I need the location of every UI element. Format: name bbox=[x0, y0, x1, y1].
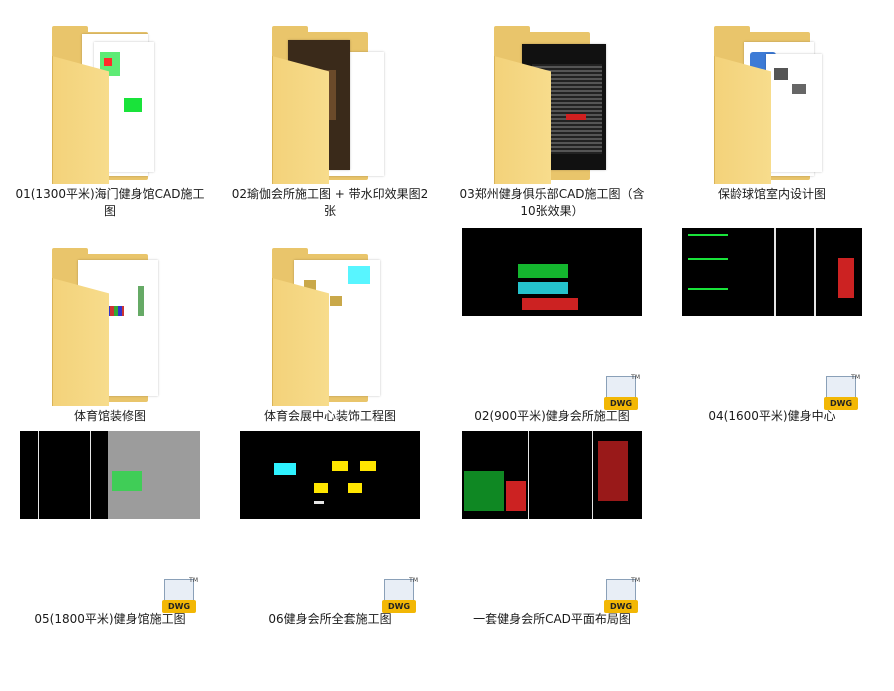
file-label: 04(1600平米)健身中心 bbox=[708, 409, 836, 423]
folder-icon bbox=[714, 26, 824, 184]
file-label: 一套健身会所CAD平面布局图 bbox=[473, 612, 631, 626]
file-item[interactable]: TM DWG 02(900平米)健身会所施工图 bbox=[452, 228, 652, 428]
file-item[interactable]: 保龄球馆室内设计图 bbox=[672, 22, 872, 222]
file-label: 06健身会所全套施工图 bbox=[268, 612, 392, 626]
file-item[interactable]: 01(1300平米)海门健身馆CAD施工图 bbox=[10, 22, 210, 222]
dwg-icon: TM DWG bbox=[604, 374, 640, 410]
dwg-icon: TM DWG bbox=[824, 374, 860, 410]
file-item[interactable]: TM DWG 05(1800平米)健身馆施工图 bbox=[10, 431, 210, 631]
folder-icon bbox=[272, 26, 384, 184]
file-item[interactable]: 体育馆装修图 bbox=[10, 244, 210, 424]
folder-icon bbox=[52, 26, 162, 184]
file-item[interactable]: 02瑜伽会所施工图 + 带水印效果图2张 bbox=[230, 22, 430, 222]
file-label: 02瑜伽会所施工图 + 带水印效果图2张 bbox=[231, 187, 429, 218]
file-item[interactable]: TM DWG 一套健身会所CAD平面布局图 bbox=[452, 431, 652, 631]
dwg-icon: TM DWG bbox=[604, 577, 640, 613]
folder-icon bbox=[52, 248, 162, 406]
file-label: 05(1800平米)健身馆施工图 bbox=[34, 612, 186, 626]
file-label: 保龄球馆室内设计图 bbox=[717, 187, 826, 201]
file-item[interactable]: TM DWG 06健身会所全套施工图 bbox=[230, 431, 430, 631]
file-item[interactable]: TM DWG 04(1600平米)健身中心 bbox=[672, 228, 872, 428]
file-label: 体育馆装修图 bbox=[73, 409, 146, 423]
cad-thumbnail bbox=[20, 431, 200, 519]
folder-icon bbox=[494, 26, 606, 184]
file-label: 03郑州健身俱乐部CAD施工图（含10张效果） bbox=[459, 187, 645, 218]
file-label: 体育会展中心装饰工程图 bbox=[263, 409, 396, 423]
file-item[interactable]: 体育会展中心装饰工程图 bbox=[230, 244, 430, 424]
cad-thumbnail bbox=[240, 431, 420, 519]
cad-thumbnail bbox=[462, 431, 642, 519]
file-label: 01(1300平米)海门健身馆CAD施工图 bbox=[15, 187, 205, 218]
dwg-icon: TM DWG bbox=[162, 577, 198, 613]
cad-thumbnail bbox=[462, 228, 642, 316]
folder-icon bbox=[272, 248, 382, 406]
dwg-icon: TM DWG bbox=[382, 577, 418, 613]
file-item[interactable]: 03郑州健身俱乐部CAD施工图（含10张效果） bbox=[452, 22, 652, 222]
cad-thumbnail bbox=[682, 228, 862, 316]
file-label: 02(900平米)健身会所施工图 bbox=[474, 409, 630, 423]
